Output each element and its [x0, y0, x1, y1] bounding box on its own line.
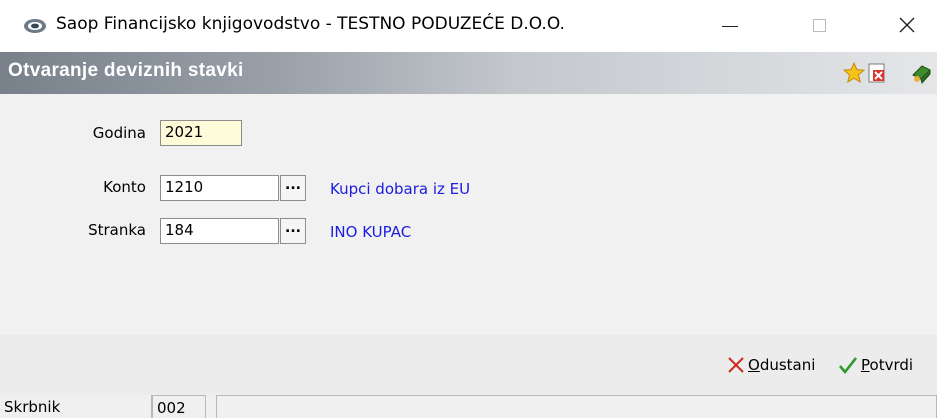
- close-button[interactable]: [877, 0, 937, 52]
- status-user: Skrbnik: [0, 395, 152, 418]
- checkmark-icon: [839, 357, 858, 375]
- maximize-button[interactable]: [787, 0, 847, 52]
- star-icon[interactable]: [842, 61, 866, 85]
- confirm-button[interactable]: Potvrdi: [838, 356, 913, 380]
- status-message: [216, 395, 937, 418]
- stranka-lookup-button[interactable]: ...: [280, 218, 306, 244]
- stranka-description: INO KUPAC: [330, 223, 412, 241]
- app-logo-icon: [22, 15, 48, 37]
- form-area: Godina 2021 Konto 1210 ... Kupci dobara …: [0, 94, 937, 335]
- stranka-label: Stranka: [88, 221, 146, 239]
- konto-description: Kupci dobara iz EU: [330, 180, 471, 198]
- cancel-x-icon: [728, 357, 744, 373]
- minimize-button[interactable]: [697, 0, 757, 52]
- status-bar: Skrbnik 002: [0, 395, 937, 418]
- confirm-label: otvrdi: [869, 356, 914, 374]
- konto-lookup-button[interactable]: ...: [280, 175, 306, 201]
- close-icon: [899, 17, 915, 33]
- cancel-button[interactable]: Odustani: [727, 356, 815, 380]
- title-bar: Saop Financijsko knjigovodstvo - TESTNO …: [0, 0, 937, 52]
- panel-header: Otvaranje deviznih stavki: [0, 52, 937, 94]
- godina-input[interactable]: 2021: [160, 120, 242, 146]
- exit-icon[interactable]: [910, 61, 934, 85]
- cancel-label: dustani: [759, 356, 816, 374]
- document-delete-icon[interactable]: [865, 61, 889, 85]
- confirm-mnemonic: P: [861, 356, 870, 374]
- godina-label: Godina: [92, 124, 146, 142]
- cancel-mnemonic: O: [748, 356, 760, 374]
- konto-label: Konto: [103, 178, 146, 196]
- stranka-input[interactable]: 184: [160, 218, 279, 244]
- status-code: 002: [152, 395, 206, 418]
- action-bar: Odustani Potvrdi: [0, 335, 937, 395]
- window-title: Saop Financijsko knjigovodstvo - TESTNO …: [56, 14, 565, 34]
- konto-input[interactable]: 1210: [160, 175, 279, 201]
- panel-title: Otvaranje deviznih stavki: [8, 60, 244, 81]
